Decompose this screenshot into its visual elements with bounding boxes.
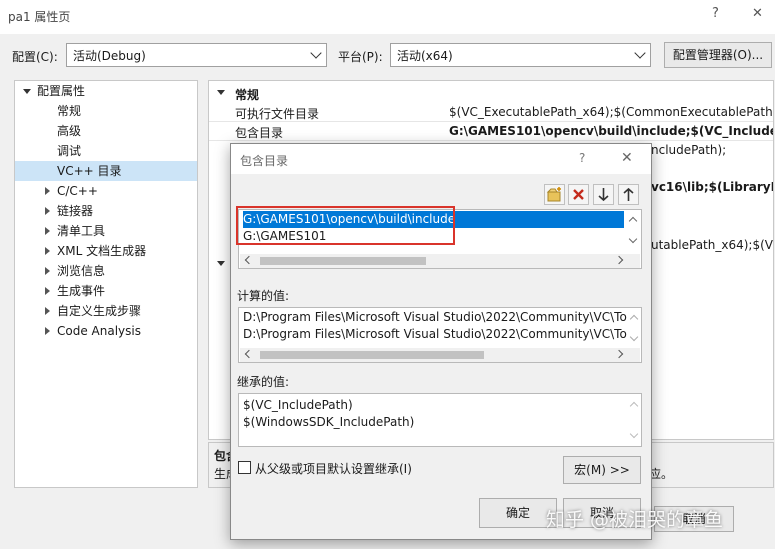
grid-section-header[interactable]: 常规: [209, 84, 773, 103]
help-icon[interactable]: ?: [712, 6, 719, 21]
expand-icon[interactable]: [45, 267, 50, 275]
scroll-right-icon[interactable]: [614, 255, 624, 265]
grid-row-include-dirs[interactable]: 包含目录 G:\GAMES101\opencv\build\include;$(…: [209, 122, 774, 141]
expand-icon[interactable]: [45, 327, 50, 335]
tree-item-browse-info[interactable]: 浏览信息: [57, 261, 105, 281]
tree-item-build-events[interactable]: 生成事件: [57, 281, 105, 301]
grid-peek-text: ncludePath);: [651, 143, 727, 157]
inherit-checkbox-label[interactable]: 从父级或项目默认设置继承(I): [255, 460, 412, 477]
scroll-thumb[interactable]: [260, 351, 484, 359]
tree-item-vc-directories[interactable]: VC++ 目录: [15, 161, 197, 181]
grid-peek-text: utablePath_x64);$(VC_: [651, 238, 774, 252]
tree-item-general[interactable]: 常规: [57, 101, 81, 121]
expand-icon[interactable]: [45, 287, 50, 295]
inherited-value-line: $(WindowsSDK_IncludePath): [243, 415, 415, 429]
scroll-left-icon[interactable]: [244, 255, 254, 265]
macros-button[interactable]: 宏(M) >>: [563, 456, 641, 484]
platform-label: 平台(P):: [338, 50, 383, 64]
expand-icon[interactable]: [45, 307, 50, 315]
scroll-up-icon[interactable]: [629, 314, 639, 324]
delete-icon[interactable]: [568, 184, 589, 205]
computed-value-line: D:\Program Files\Microsoft Visual Studio…: [243, 310, 627, 324]
dialog-title: 包含目录: [240, 154, 289, 168]
window-title: pa1 属性页: [8, 10, 71, 24]
highlight-annotation: [236, 206, 455, 245]
tree-item-cpp[interactable]: C/C++: [57, 181, 98, 201]
platform-value: 活动(x64): [397, 49, 453, 63]
tree-item-xml-doc[interactable]: XML 文档生成器: [57, 241, 146, 261]
close-icon[interactable]: ✕: [752, 6, 763, 21]
scroll-right-icon[interactable]: [614, 349, 624, 359]
grid-key: 可执行文件目录: [235, 107, 320, 121]
expand-icon[interactable]: [45, 227, 50, 235]
horizontal-scrollbar[interactable]: [240, 348, 640, 362]
tree-item-advanced[interactable]: 高级: [57, 121, 81, 141]
watermark-text: 知乎 @被泪哭的章鱼: [546, 509, 724, 531]
scroll-down-icon[interactable]: [628, 234, 638, 244]
expand-icon[interactable]: [23, 89, 31, 94]
collapse-icon[interactable]: [217, 261, 225, 266]
inherited-values-box: $(VC_IncludePath) $(WindowsSDK_IncludePa…: [238, 393, 642, 447]
include-directories-dialog: 包含目录 ? ✕ G:\GAMES101\opencv\build\includ…: [230, 143, 652, 540]
collapse-icon[interactable]: [217, 90, 225, 95]
config-value: 活动(Debug): [73, 49, 146, 63]
description-text-end: 应。: [649, 467, 674, 481]
chevron-down-icon: [634, 47, 646, 59]
close-icon[interactable]: ✕: [621, 150, 633, 166]
grid-peek-text: vc16\lib;$(LibraryPa: [651, 180, 774, 194]
tree-item-linker[interactable]: 链接器: [57, 201, 93, 221]
grid-section-title: 常规: [235, 88, 260, 102]
tree-root[interactable]: 配置属性: [37, 81, 85, 101]
move-up-icon[interactable]: [618, 184, 639, 205]
title-bar: pa1 属性页 ? ✕: [0, 0, 775, 34]
dialog-title-bar: 包含目录 ? ✕: [231, 144, 651, 174]
horizontal-scrollbar[interactable]: [240, 254, 640, 268]
computed-value-line: D:\Program Files\Microsoft Visual Studio…: [243, 327, 627, 341]
chevron-down-icon: [310, 47, 322, 59]
grid-value: G:\GAMES101\opencv\build\include;$(VC_In…: [449, 124, 774, 138]
expand-icon[interactable]: [45, 247, 50, 255]
expand-icon[interactable]: [45, 207, 50, 215]
scroll-up-icon[interactable]: [628, 216, 638, 226]
computed-values-box: D:\Program Files\Microsoft Visual Studio…: [238, 307, 642, 363]
tree-item-custom-build[interactable]: 自定义生成步骤: [57, 301, 141, 321]
scroll-left-icon[interactable]: [244, 349, 254, 359]
tree-item-manifest-tool[interactable]: 清单工具: [57, 221, 105, 241]
config-label: 配置(C):: [12, 50, 58, 64]
grid-row-exec-dirs[interactable]: 可执行文件目录 $(VC_ExecutablePath_x64);$(Commo…: [209, 103, 774, 122]
config-manager-button[interactable]: 配置管理器(O)...: [664, 42, 772, 68]
tree-item-debugging[interactable]: 调试: [57, 141, 81, 161]
computed-values-label: 计算的值:: [237, 289, 290, 303]
property-tree: 配置属性 常规 高级 调试 VC++ 目录 C/C++ 链接器 清单工具 XML…: [14, 80, 198, 488]
grid-key: 包含目录: [235, 126, 284, 140]
scroll-down-icon[interactable]: [629, 332, 639, 342]
platform-select[interactable]: 活动(x64): [390, 43, 651, 67]
config-select[interactable]: 活动(Debug): [66, 43, 327, 67]
expand-icon[interactable]: [45, 187, 50, 195]
scroll-down-icon[interactable]: [629, 429, 639, 439]
scroll-up-icon[interactable]: [629, 401, 639, 411]
tree-item-code-analysis[interactable]: Code Analysis: [57, 321, 141, 341]
move-down-icon[interactable]: [593, 184, 614, 205]
scroll-thumb[interactable]: [260, 257, 426, 265]
inherited-value-line: $(VC_IncludePath): [243, 398, 353, 412]
inherited-values-label: 继承的值:: [237, 375, 290, 389]
help-icon[interactable]: ?: [579, 151, 585, 165]
inherit-checkbox[interactable]: [238, 461, 251, 474]
grid-value: $(VC_ExecutablePath_x64);$(CommonExecuta…: [449, 105, 774, 119]
new-line-icon[interactable]: [544, 184, 565, 205]
